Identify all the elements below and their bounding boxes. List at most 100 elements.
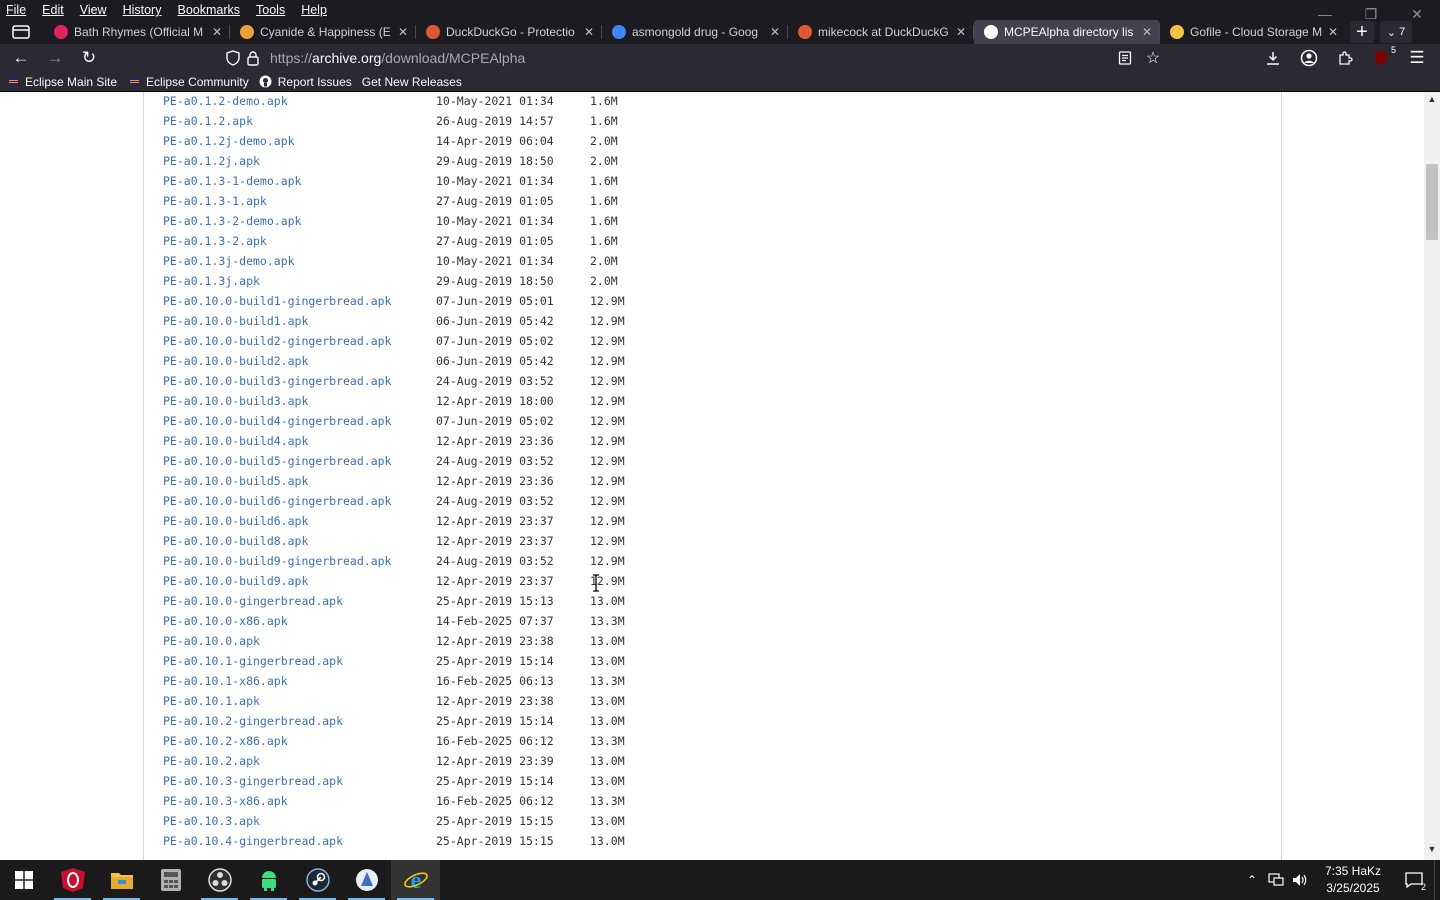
file-link[interactable]: PE-a0.10.0-build9.apk bbox=[163, 574, 308, 588]
taskbar-android-studio[interactable] bbox=[244, 860, 293, 900]
file-link[interactable]: PE-a0.10.0-build9-gingerbread.apk bbox=[163, 554, 391, 568]
list-all-tabs-button[interactable]: ⌄ 7 bbox=[1380, 21, 1412, 43]
browser-tab[interactable]: Cyanide & Happiness (E ✕ bbox=[230, 20, 416, 44]
file-link[interactable]: PE-a0.10.0-build6-gingerbread.apk bbox=[163, 494, 391, 508]
scroll-up-arrow-icon[interactable]: ▲ bbox=[1424, 94, 1440, 108]
reader-view-icon[interactable] bbox=[1116, 49, 1134, 67]
tab-close-icon[interactable]: ✕ bbox=[582, 25, 596, 39]
file-link[interactable]: PE-a0.10.0-gingerbread.apk bbox=[163, 594, 343, 608]
start-button[interactable] bbox=[0, 860, 48, 900]
file-link[interactable]: PE-a0.1.3j-demo.apk bbox=[163, 254, 295, 268]
file-link[interactable]: PE-a0.10.0-x86.apk bbox=[163, 614, 288, 628]
file-link[interactable]: PE-a0.10.0-build6.apk bbox=[163, 514, 308, 528]
file-link[interactable]: PE-a0.1.2j-demo.apk bbox=[163, 134, 295, 148]
bookmark-item[interactable]: Eclipse Community bbox=[127, 75, 249, 89]
forward-button[interactable]: → bbox=[38, 44, 72, 72]
url-text[interactable]: https://archive.org/download/MCPEAlpha bbox=[270, 50, 525, 66]
file-link[interactable]: PE-a0.10.0-build1-gingerbread.apk bbox=[163, 294, 391, 308]
bookmark-star-icon[interactable]: ☆ bbox=[1144, 49, 1162, 67]
file-link[interactable]: PE-a0.10.1-gingerbread.apk bbox=[163, 654, 343, 668]
ublock-origin-button[interactable]: 5 bbox=[1364, 44, 1398, 72]
file-link[interactable]: PE-a0.10.0-build1.apk bbox=[163, 314, 308, 328]
browser-tab[interactable]: asmongold drug - Goog ✕ bbox=[602, 20, 788, 44]
taskbar-clock[interactable]: 7:35 HaKz 3/25/2025 bbox=[1312, 863, 1394, 897]
scrollbar-thumb[interactable] bbox=[1426, 164, 1438, 240]
file-link[interactable]: PE-a0.10.0-build3.apk bbox=[163, 394, 308, 408]
lock-icon[interactable] bbox=[244, 49, 262, 67]
page-scrollbar[interactable]: ▲ ▼ bbox=[1424, 92, 1440, 860]
menu-file[interactable]: File bbox=[6, 0, 26, 20]
file-link[interactable]: PE-a0.1.2-demo.apk bbox=[163, 94, 288, 108]
file-link[interactable]: PE-a0.1.3-2-demo.apk bbox=[163, 214, 301, 228]
file-link[interactable]: PE-a0.10.0-build5-gingerbread.apk bbox=[163, 454, 391, 468]
taskbar-steam[interactable] bbox=[293, 860, 342, 900]
back-button[interactable]: ← bbox=[4, 44, 38, 72]
browser-tab[interactable]: DuckDuckGo - Protectio ✕ bbox=[416, 20, 602, 44]
menu-edit[interactable]: Edit bbox=[42, 0, 64, 20]
scroll-down-arrow-icon[interactable]: ▼ bbox=[1424, 844, 1440, 858]
file-link[interactable]: PE-a0.10.3.apk bbox=[163, 814, 260, 828]
menu-bookmarks[interactable]: Bookmarks bbox=[177, 0, 240, 20]
file-link[interactable]: PE-a0.10.2-x86.apk bbox=[163, 734, 288, 748]
app-menu-button[interactable]: ☰ bbox=[1400, 44, 1434, 72]
taskbar-opera-gx[interactable] bbox=[48, 860, 97, 900]
bookmark-item[interactable]: Report Issues bbox=[259, 75, 352, 89]
action-center-button[interactable]: 2 bbox=[1394, 860, 1434, 900]
browser-tab[interactable]: Gofile - Cloud Storage M ✕ bbox=[1160, 20, 1346, 44]
menu-view[interactable]: View bbox=[80, 0, 107, 20]
taskbar-obs-studio[interactable] bbox=[195, 860, 244, 900]
file-link[interactable]: PE-a0.10.0-build4-gingerbread.apk bbox=[163, 414, 391, 428]
bookmark-item[interactable]: Eclipse Main Site bbox=[6, 75, 117, 89]
menu-history[interactable]: History bbox=[123, 0, 162, 20]
url-bar[interactable]: https://archive.org/download/MCPEAlpha ☆ bbox=[224, 46, 1164, 70]
file-link[interactable]: PE-a0.10.4-gingerbread.apk bbox=[163, 834, 343, 848]
file-link[interactable]: PE-a0.1.2j.apk bbox=[163, 154, 260, 168]
tracking-protection-shield-icon[interactable] bbox=[224, 49, 242, 67]
volume-icon[interactable] bbox=[1288, 860, 1312, 900]
tab-title: MCPEAlpha directory lis bbox=[1004, 25, 1134, 39]
file-link[interactable]: PE-a0.1.3-2.apk bbox=[163, 234, 267, 248]
tab-close-icon[interactable]: ✕ bbox=[210, 25, 224, 39]
file-link[interactable]: PE-a0.10.0.apk bbox=[163, 634, 260, 648]
downloads-button[interactable] bbox=[1256, 44, 1290, 72]
file-link[interactable]: PE-a0.10.1-x86.apk bbox=[163, 674, 288, 688]
file-link[interactable]: PE-a0.10.2-gingerbread.apk bbox=[163, 714, 343, 728]
taskbar-app-launcher[interactable] bbox=[342, 860, 391, 900]
file-link[interactable]: PE-a0.1.3-1.apk bbox=[163, 194, 267, 208]
file-link[interactable]: PE-a0.1.3j.apk bbox=[163, 274, 260, 288]
show-desktop-button[interactable] bbox=[1434, 860, 1440, 900]
taskbar-file-explorer[interactable] bbox=[97, 860, 146, 900]
file-link[interactable]: PE-a0.10.3-x86.apk bbox=[163, 794, 288, 808]
show-hidden-icons-chevron-up-icon[interactable]: ⌃ bbox=[1240, 860, 1264, 900]
file-link[interactable]: PE-a0.10.3-gingerbread.apk bbox=[163, 774, 343, 788]
file-link[interactable]: PE-a0.10.1.apk bbox=[163, 694, 260, 708]
tab-close-icon[interactable]: ✕ bbox=[1140, 25, 1154, 39]
new-tab-button[interactable]: + bbox=[1350, 21, 1374, 43]
tab-close-icon[interactable]: ✕ bbox=[1326, 25, 1340, 39]
file-link[interactable]: PE-a0.10.0-build8.apk bbox=[163, 534, 308, 548]
file-link[interactable]: PE-a0.10.0-build4.apk bbox=[163, 434, 308, 448]
browser-tab[interactable]: mikecock at DuckDuckG ✕ bbox=[788, 20, 974, 44]
taskbar-calculator[interactable] bbox=[146, 860, 195, 900]
tab-close-icon[interactable]: ✕ bbox=[396, 25, 410, 39]
file-link[interactable]: PE-a0.1.2.apk bbox=[163, 114, 253, 128]
reload-button[interactable]: ↻ bbox=[72, 44, 106, 72]
taskbar-internet-explorer[interactable]: e bbox=[391, 860, 440, 900]
browser-tab[interactable]: Bath Rhymes (Official M ✕ bbox=[44, 20, 230, 44]
network-icon[interactable] bbox=[1264, 860, 1288, 900]
file-link[interactable]: PE-a0.10.0-build2.apk bbox=[163, 354, 308, 368]
account-button[interactable] bbox=[1292, 44, 1326, 72]
file-link[interactable]: PE-a0.10.2.apk bbox=[163, 754, 260, 768]
bookmark-item[interactable]: Get New Releases bbox=[362, 75, 462, 89]
browser-tab[interactable]: MCPEAlpha directory lis ✕ bbox=[974, 20, 1160, 44]
extensions-button[interactable] bbox=[1328, 44, 1362, 72]
tab-close-icon[interactable]: ✕ bbox=[768, 25, 782, 39]
menu-tools[interactable]: Tools bbox=[256, 0, 285, 20]
file-link[interactable]: PE-a0.10.0-build5.apk bbox=[163, 474, 308, 488]
file-link[interactable]: PE-a0.10.0-build3-gingerbread.apk bbox=[163, 374, 391, 388]
tab-close-icon[interactable]: ✕ bbox=[954, 25, 968, 39]
file-link[interactable]: PE-a0.1.3-1-demo.apk bbox=[163, 174, 301, 188]
menu-help[interactable]: Help bbox=[301, 0, 327, 20]
firefox-view-button[interactable] bbox=[6, 21, 36, 43]
file-link[interactable]: PE-a0.10.0-build2-gingerbread.apk bbox=[163, 334, 391, 348]
